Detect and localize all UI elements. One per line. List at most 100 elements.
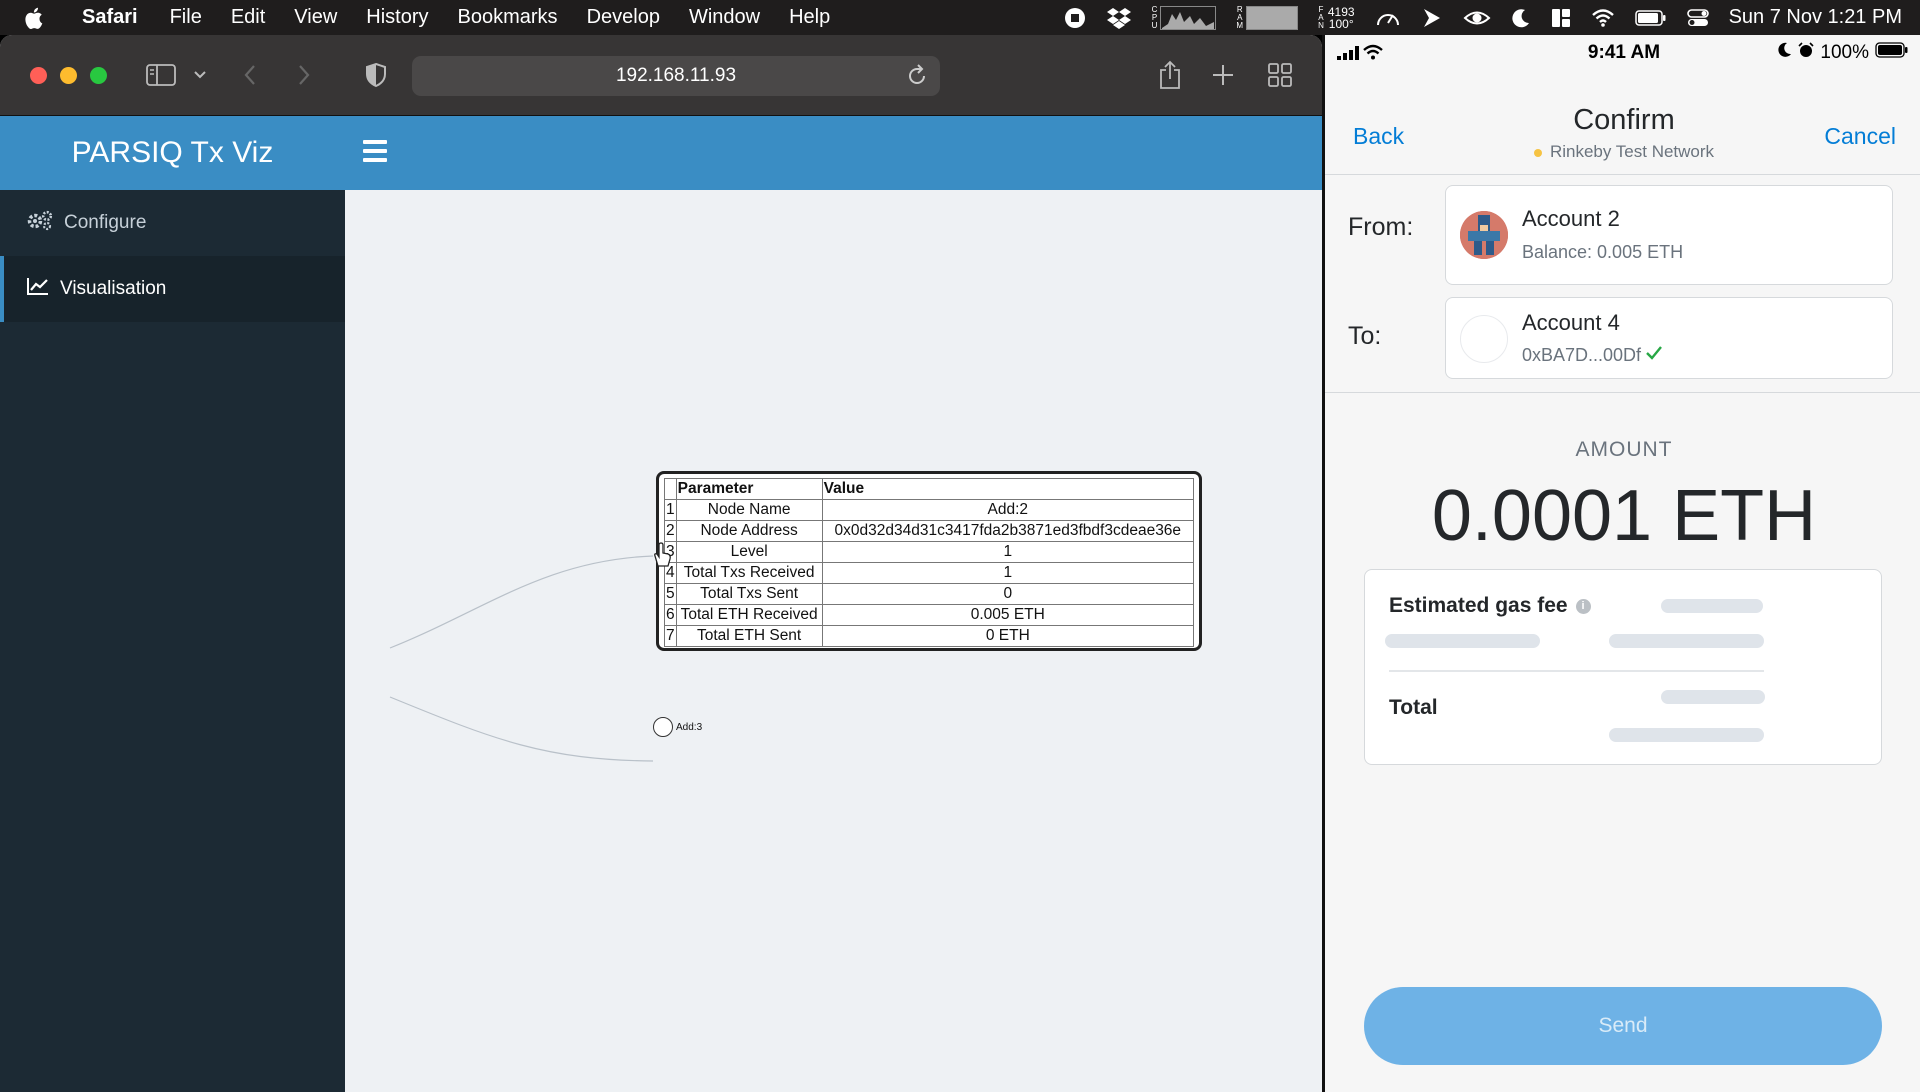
row-value: 0x0d32d34d31c3417fda2b3871ed3fbdf3cdeae3… [821,520,1195,542]
row-index: 2 [664,520,677,542]
cancel-button[interactable]: Cancel [1824,123,1896,150]
from-account-name: Account 2 [1522,206,1620,231]
menu-edit[interactable]: Edit [231,6,265,29]
to-account-name: Account 4 [1522,310,1620,335]
back-arrow-icon[interactable] [243,57,257,93]
from-label: From: [1348,213,1414,241]
sidebar-item-label: Configure [64,212,147,233]
loading-skeleton [1661,690,1765,704]
row-parameter: Node Name [675,499,823,521]
wifi-icon[interactable] [1591,8,1615,28]
row-index: 5 [664,583,677,605]
row-index: 1 [664,499,677,521]
row-value: 1 [821,562,1195,584]
moon-icon [1776,42,1792,64]
row-parameter: Total ETH Sent [675,625,823,647]
row-value: 0 [821,583,1195,605]
macos-menu-bar: Safari File Edit View History Bookmarks … [0,0,1920,35]
reload-icon[interactable] [906,64,928,94]
share-icon[interactable] [1158,57,1182,93]
battery-icon [1875,42,1909,64]
info-icon[interactable]: i [1575,598,1591,614]
menu-bookmarks[interactable]: Bookmarks [458,6,558,29]
row-value: 0 ETH [821,625,1195,647]
fan-label: F A N [1318,4,1324,30]
graph-edge [389,555,654,649]
privacy-shield-icon[interactable] [365,57,387,93]
sidebar-item-visualisation[interactable]: Visualisation [0,256,345,322]
transfer-amount[interactable]: 0.0001 ETH [1325,475,1920,557]
battery-icon[interactable] [1634,9,1667,27]
new-tab-plus-icon[interactable] [1212,57,1234,93]
address-url: 192.168.11.93 [615,65,737,86]
menu-file[interactable]: File [170,6,202,29]
menu-app-safari[interactable]: Safari [82,6,138,29]
to-account-address-row: 0xBA7D...00Df [1522,345,1663,366]
hamburger-menu-icon[interactable] [363,140,387,166]
dropbox-icon[interactable] [1106,7,1132,29]
column-header-index [664,478,677,500]
total-label: Total [1389,696,1438,719]
play-arrow-icon[interactable] [1421,7,1443,29]
loading-skeleton [1385,634,1540,648]
gauge-icon[interactable] [1375,7,1401,29]
fan-sensor-icon[interactable]: F A N 4193 100° [1318,4,1354,31]
table-row: 5 Total Txs Sent 0 [664,583,1195,605]
to-account-card[interactable]: Account 4 0xBA7D...00Df [1445,297,1893,379]
menu-clock[interactable]: Sun 7 Nov 1:21 PM [1729,6,1902,29]
gas-fee-title: Estimated gas fee [1389,594,1568,617]
send-button[interactable]: Send [1364,987,1882,1065]
table-row: 3 Level 1 [664,541,1195,563]
sidebar-item-configure[interactable]: Configure [0,190,345,256]
record-icon[interactable] [1064,7,1086,29]
row-index: 7 [664,625,677,647]
menu-history[interactable]: History [366,6,428,29]
app-brand[interactable]: PARSIQ Tx Viz [0,116,345,190]
apple-icon[interactable] [24,6,60,30]
window-layout-icon[interactable] [1551,8,1571,28]
tab-overview-icon[interactable] [1268,57,1292,93]
gas-fee-title-row: Estimated gas fee i [1389,594,1591,618]
menu-develop[interactable]: Develop [587,6,660,29]
loading-skeleton [1609,634,1764,648]
divider [1325,174,1920,175]
control-center-icon[interactable] [1686,8,1709,28]
from-account-card[interactable]: Account 2 Balance: 0.005 ETH [1445,185,1893,285]
minimize-window-button[interactable] [60,67,77,84]
cpu-graph-icon[interactable]: C P U [1152,5,1217,30]
ram-gauge-icon[interactable]: R A M [1236,5,1299,30]
graph-node[interactable] [653,717,673,737]
table-row: 7 Total ETH Sent 0 ETH [664,625,1195,647]
node-details-table: Parameter Value 1 Node Name Add:2 2 Node Ad… [664,478,1195,647]
temperature: 100° [1328,16,1354,31]
eye-icon[interactable] [1463,7,1491,29]
row-parameter: Total Txs Received [675,562,823,584]
forward-arrow-icon[interactable] [297,57,311,93]
gears-icon [26,209,54,237]
chevron-down-icon[interactable] [193,57,207,93]
menu-view[interactable]: View [294,6,337,29]
verified-check-icon [1645,345,1663,366]
table-row: 4 Total Txs Received 1 [664,562,1195,584]
sidebar-item-label: Visualisation [60,278,167,299]
menu-help[interactable]: Help [789,6,830,29]
row-index: 6 [664,604,677,626]
moon-icon[interactable] [1511,8,1531,28]
address-bar[interactable]: 192.168.11.93 [412,56,940,96]
graph-edge [389,696,654,762]
battery-percent: 100% [1820,42,1869,63]
node-details-tooltip: Parameter Value 1 Node Name Add:2 2 Node Ad… [656,471,1202,651]
table-header-row: Parameter Value [664,478,1195,500]
account-avatar [1460,211,1508,259]
menu-window[interactable]: Window [689,6,760,29]
network-name: Rinkeby Test Network [1549,142,1715,161]
app-sidebar: PARSIQ Tx Viz Configure Visualisation [0,116,345,1092]
phone-simulator: 9:41 AM 100% Back Confirm Rinkeby Test N… [1322,35,1920,1092]
sidebar-toggle-icon[interactable] [146,57,176,93]
account-avatar [1460,315,1508,363]
close-window-button[interactable] [30,67,47,84]
confirm-nav-bar: Back Confirm Rinkeby Test Network Cancel [1325,71,1920,161]
table-row: 1 Node Name Add:2 [664,499,1195,521]
zoom-window-button[interactable] [90,67,107,84]
graph-node-label: Add:3 [676,722,703,733]
